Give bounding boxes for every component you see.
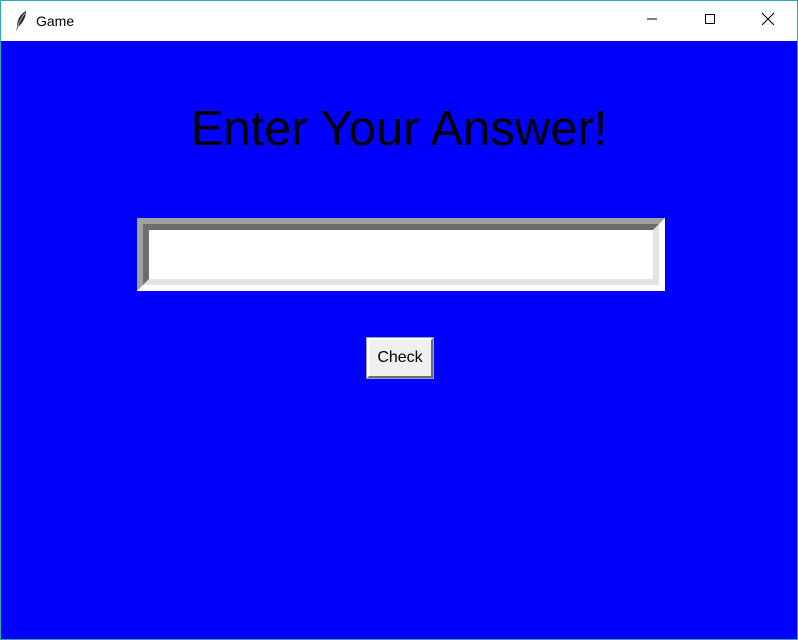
window-controls <box>623 1 797 41</box>
close-button[interactable] <box>739 1 797 41</box>
answer-field-bevel <box>143 224 659 285</box>
close-icon <box>761 12 775 31</box>
check-button[interactable]: Check <box>366 337 434 379</box>
title-bar[interactable]: Game <box>1 1 797 41</box>
feather-icon <box>11 10 31 32</box>
app-window: Game Enter Your Answer! Check <box>0 0 798 640</box>
maximize-button[interactable] <box>681 1 739 41</box>
page-title: Enter Your Answer! <box>190 102 608 156</box>
minimize-button[interactable] <box>623 1 681 41</box>
game-canvas: Enter Your Answer! Check <box>1 41 797 639</box>
answer-field-frame <box>137 218 665 291</box>
window-title: Game <box>36 13 75 29</box>
answer-input[interactable] <box>149 230 653 279</box>
minimize-icon <box>646 12 658 30</box>
maximize-icon <box>704 12 716 30</box>
